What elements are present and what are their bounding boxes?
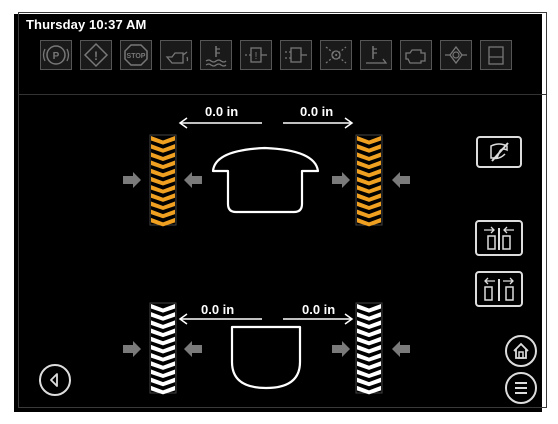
back-button[interactable]: [39, 364, 71, 396]
rear-left-outer-arrow: [123, 341, 141, 357]
rear-right-inner-arrow: [332, 341, 350, 357]
steering-mode-button[interactable]: [476, 136, 522, 168]
front-right-measure: 0.0 in: [300, 104, 334, 119]
back-arrow-icon: [50, 373, 58, 387]
rear-cab-outline: [230, 325, 302, 390]
front-right-outer-arrow: [392, 172, 410, 188]
track-width-diagram: [123, 117, 410, 395]
menu-icon: [515, 382, 527, 394]
menu-button[interactable]: [505, 372, 537, 404]
front-right-inner-arrow: [332, 172, 350, 188]
widen-track-button[interactable]: [475, 271, 523, 307]
narrow-track-button[interactable]: [475, 220, 523, 256]
steering-wheel-off-icon: [490, 142, 509, 162]
rear-left-measure: 0.0 in: [201, 302, 235, 317]
home-button[interactable]: [505, 335, 537, 367]
front-left-inner-arrow: [184, 172, 202, 188]
rear-left-inner-arrow: [184, 341, 202, 357]
track-widen-icon: [484, 277, 514, 301]
front-cab-outline: [211, 146, 320, 214]
front-left-outer-arrow: [123, 172, 141, 188]
rear-right-outer-arrow: [392, 341, 410, 357]
track-narrow-icon: [484, 226, 514, 250]
home-icon: [513, 342, 529, 359]
rear-right-measure: 0.0 in: [302, 302, 336, 317]
front-left-measure: 0.0 in: [205, 104, 239, 119]
